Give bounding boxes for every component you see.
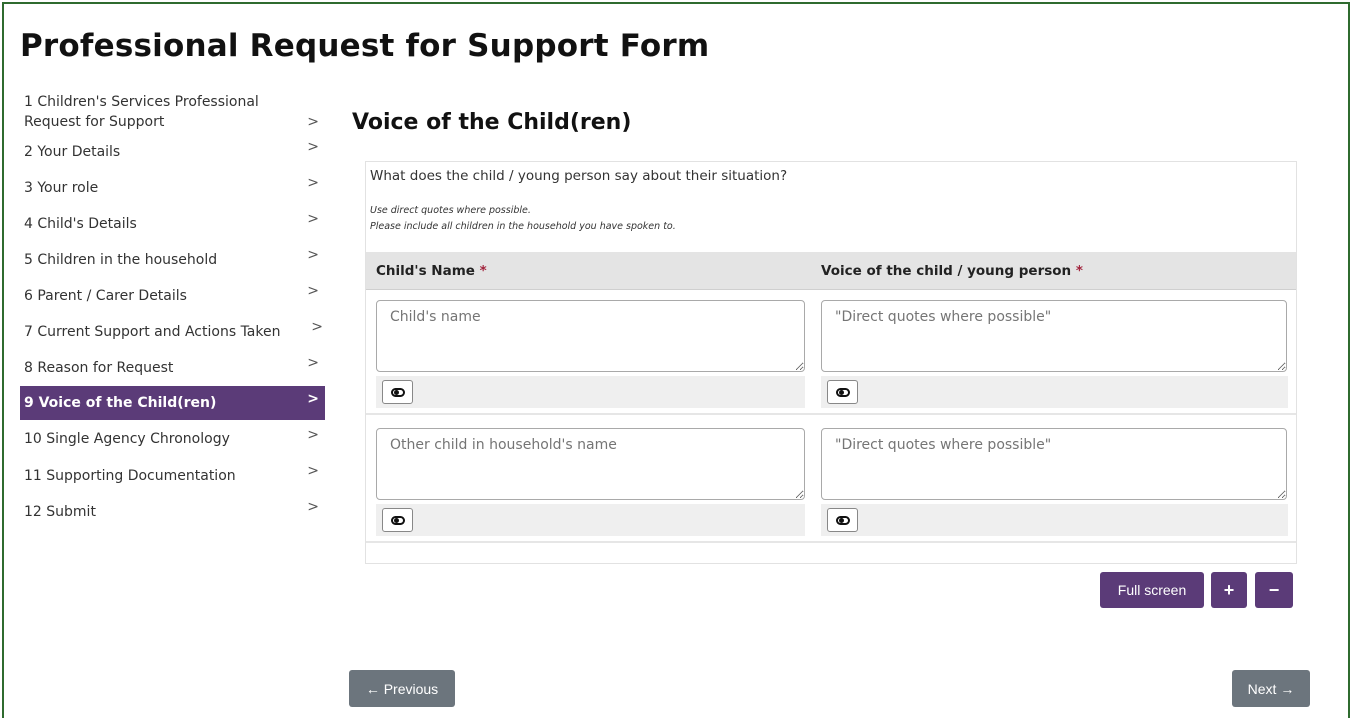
required-mark: *: [479, 263, 487, 279]
column-header-label: Voice of the child / young person: [821, 263, 1072, 279]
chevron-right-icon: >: [307, 175, 319, 191]
chevron-right-icon: >: [307, 427, 319, 443]
nav-item-label: 8 Reason for Request: [24, 360, 174, 376]
nav-item-label: 10 Single Agency Chronology: [24, 431, 230, 447]
nav-item-label: 4 Child's Details: [24, 216, 137, 232]
cell-toolbar: [376, 376, 805, 408]
child-voice-input[interactable]: [821, 300, 1287, 372]
chevron-right-icon: >: [307, 114, 319, 130]
child-voice-input[interactable]: [821, 428, 1287, 500]
voice-of-child-table: What does the child / young person say a…: [365, 161, 1297, 564]
remove-row-button[interactable]: −: [1255, 572, 1293, 608]
next-button[interactable]: Next →: [1232, 670, 1310, 707]
nav-item-label: 5 Children in the household: [24, 252, 218, 268]
nav-item-your-details[interactable]: 2 Your Details >: [20, 134, 325, 170]
nav-item-label: 6 Parent / Carer Details: [24, 288, 187, 304]
full-screen-button[interactable]: Full screen: [1100, 572, 1204, 608]
chevron-right-icon: >: [311, 319, 323, 335]
chevron-right-icon: >: [307, 391, 319, 407]
nav-item-your-role[interactable]: 3 Your role >: [20, 170, 325, 206]
nav-item-parent-carer-details[interactable]: 6 Parent / Carer Details >: [20, 278, 325, 314]
column-header-voice: Voice of the child / young person *: [821, 263, 1083, 279]
nav-item-current-support[interactable]: 7 Current Support and Actions Taken >: [20, 314, 325, 350]
chevron-right-icon: >: [307, 139, 319, 155]
child-name-input[interactable]: [376, 300, 805, 372]
chevron-right-icon: >: [307, 211, 319, 227]
eye-toggle-icon[interactable]: [827, 380, 858, 404]
table-row: [366, 292, 1296, 415]
nav-item-voice-of-child[interactable]: 9 Voice of the Child(ren) >: [20, 386, 325, 420]
table-header: Child's Name * Voice of the child / youn…: [366, 252, 1296, 290]
nav-item-childs-details[interactable]: 4 Child's Details >: [20, 206, 325, 242]
nav-item-request-for-support[interactable]: 1 Children's Services Professional Reque…: [20, 90, 325, 134]
chevron-right-icon: >: [307, 247, 319, 263]
child-name-input[interactable]: [376, 428, 805, 500]
nav-item-label: 12 Submit: [24, 504, 96, 520]
step-navigation: 1 Children's Services Professional Reque…: [20, 90, 325, 530]
nav-item-label: 1 Children's Services Professional Reque…: [24, 94, 259, 130]
cell-toolbar: [376, 504, 805, 536]
nav-item-children-in-household[interactable]: 5 Children in the household >: [20, 242, 325, 278]
chevron-right-icon: >: [307, 499, 319, 515]
nav-item-label: 7 Current Support and Actions Taken: [24, 324, 281, 340]
chevron-right-icon: >: [307, 283, 319, 299]
nav-item-label: 11 Supporting Documentation: [24, 468, 236, 484]
nav-item-single-agency-chronology[interactable]: 10 Single Agency Chronology >: [20, 420, 325, 458]
page-title: Professional Request for Support Form: [20, 28, 710, 64]
nav-item-label: 3 Your role: [24, 180, 99, 196]
hint-text: Please include all children in the house…: [370, 221, 676, 232]
eye-toggle-icon[interactable]: [827, 508, 858, 532]
column-header-label: Child's Name: [376, 263, 475, 279]
nav-item-submit[interactable]: 12 Submit >: [20, 494, 325, 530]
chevron-right-icon: >: [307, 463, 319, 479]
eye-toggle-icon[interactable]: [382, 380, 413, 404]
nav-item-supporting-documentation[interactable]: 11 Supporting Documentation >: [20, 458, 325, 494]
nav-item-reason-for-request[interactable]: 8 Reason for Request >: [20, 350, 325, 386]
page-frame: Professional Request for Support Form 1 …: [2, 2, 1350, 718]
column-header-childs-name: Child's Name *: [376, 263, 487, 279]
cell-toolbar: [821, 376, 1288, 408]
table-row: [366, 420, 1296, 543]
required-mark: *: [1075, 263, 1083, 279]
question-text: What does the child / young person say a…: [370, 168, 788, 184]
nav-item-label: 9 Voice of the Child(ren): [24, 395, 217, 411]
section-title: Voice of the Child(ren): [352, 110, 632, 135]
previous-button[interactable]: ← Previous: [349, 670, 455, 707]
hint-text: Use direct quotes where possible.: [370, 205, 531, 216]
cell-toolbar: [821, 504, 1288, 536]
eye-toggle-icon[interactable]: [382, 508, 413, 532]
nav-item-label: 2 Your Details: [24, 144, 121, 160]
chevron-right-icon: >: [307, 355, 319, 371]
add-row-button[interactable]: +: [1211, 572, 1247, 608]
